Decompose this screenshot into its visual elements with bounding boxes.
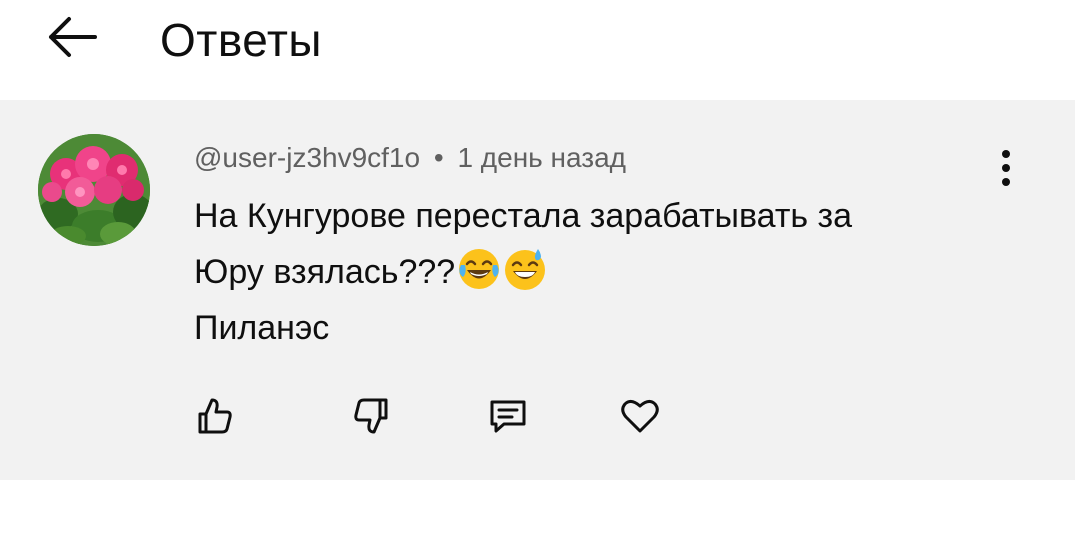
more-vertical-icon (1002, 150, 1010, 186)
back-button[interactable] (40, 10, 104, 64)
comment-text-line-2: Юру взялась??? (194, 253, 456, 291)
comment-text-line-2-wrap: Юру взялась??? (194, 244, 994, 300)
page-title: Ответы (160, 14, 322, 66)
reply-button[interactable] (482, 390, 534, 442)
thumbs-down-icon (354, 398, 388, 434)
heart-icon (621, 399, 659, 433)
dislike-button[interactable] (346, 390, 398, 442)
comment-text: На Кунгурове перестала зарабатывать за Ю… (194, 188, 994, 356)
avatar-image (38, 134, 150, 246)
meta-separator: • (433, 142, 444, 173)
reply-icon (490, 400, 526, 433)
comment-time: 1 день назад (457, 142, 627, 173)
avatar[interactable] (38, 134, 150, 246)
header: Ответы (0, 0, 1075, 100)
like-button[interactable] (188, 390, 240, 442)
comment-card: @user-jz3hv9cf1o • 1 день назад На Кунгу… (0, 100, 1075, 480)
comment-actions (0, 390, 1075, 440)
comment-text-line-3: Пиланэс (194, 309, 330, 347)
comment-author[interactable]: @user-jz3hv9cf1o (194, 142, 420, 173)
grinning-sweat-emoji-icon (505, 249, 546, 290)
more-options-button[interactable] (986, 144, 1026, 192)
thumbs-up-icon (198, 398, 232, 434)
tears-of-joy-emoji-icon (459, 249, 500, 289)
back-arrow-icon (49, 17, 97, 57)
heart-button[interactable] (614, 390, 666, 442)
comment-meta: @user-jz3hv9cf1o • 1 день назад (194, 140, 626, 176)
comment-text-line-1: На Кунгурове перестала зарабатывать за (194, 197, 853, 235)
